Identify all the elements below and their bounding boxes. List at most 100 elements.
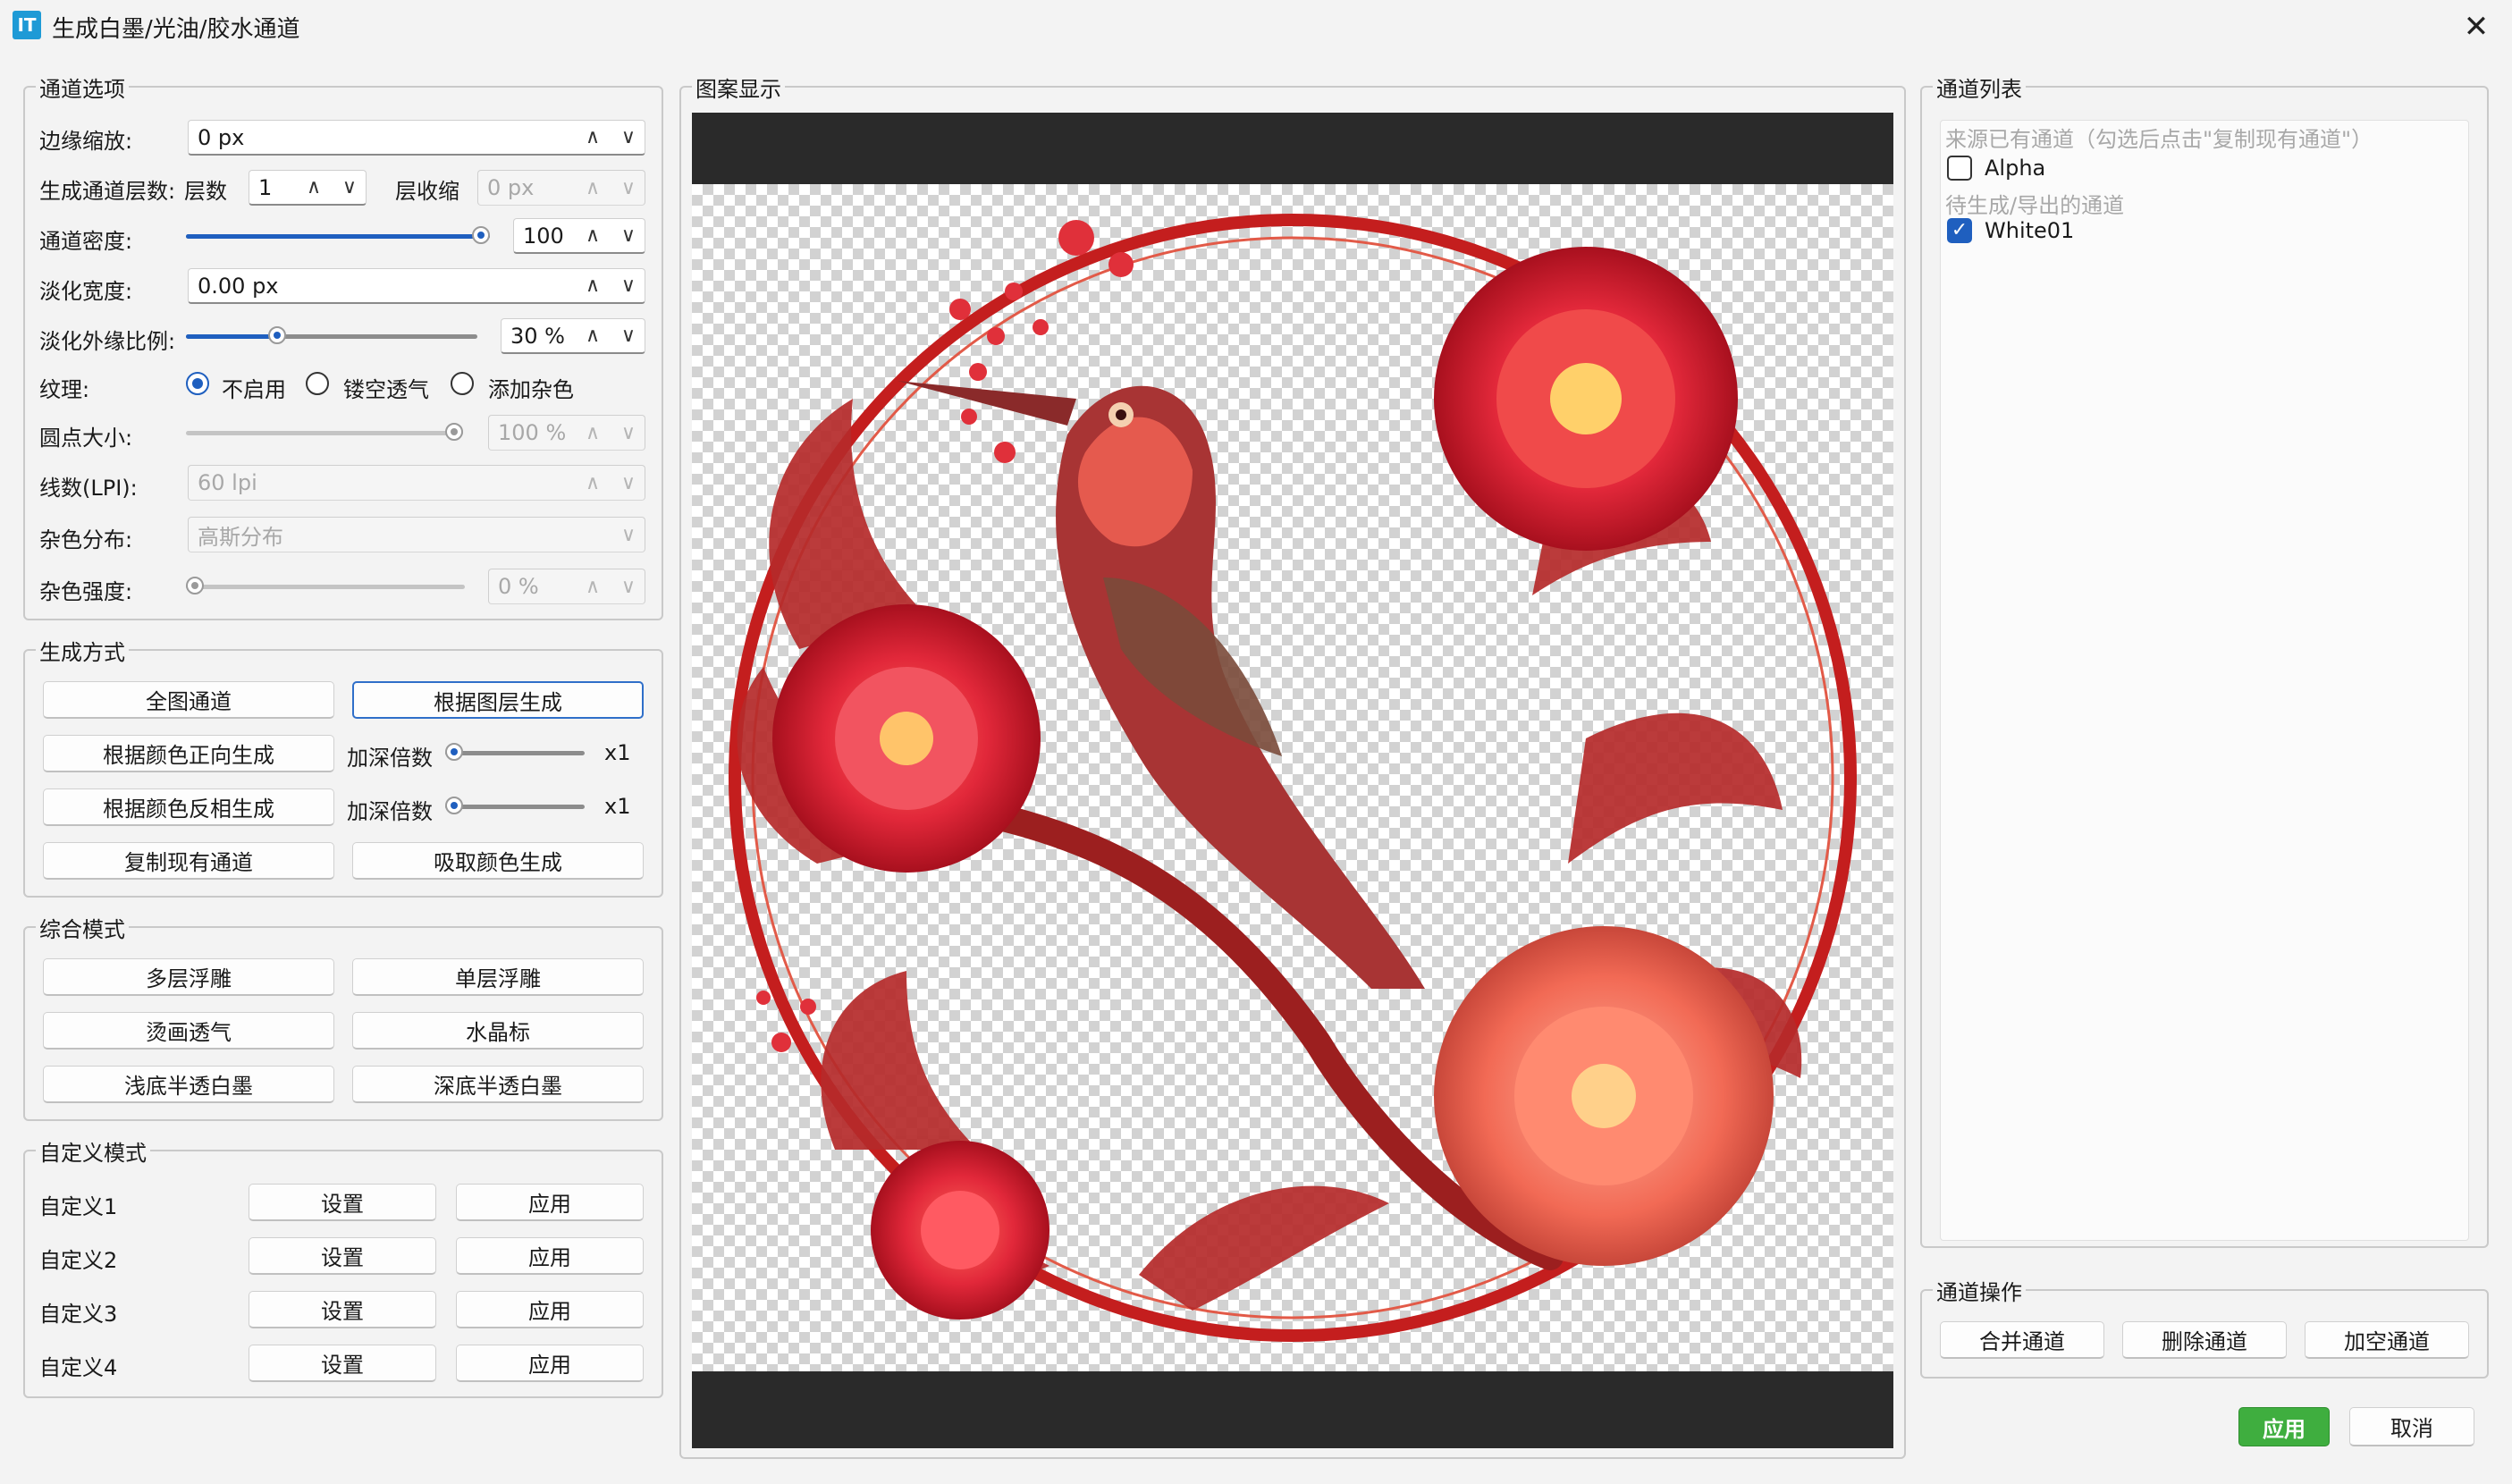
slider-fill	[186, 334, 274, 339]
fade-ratio-value: 30 %	[510, 323, 565, 349]
close-button[interactable]: ✕	[2449, 5, 2503, 48]
light-semi-white-button[interactable]: 浅底半透白墨	[43, 1066, 334, 1103]
spin-arrows-icon[interactable]: ∧ ∨	[586, 126, 645, 148]
edge-scale-input[interactable]: 0 px ∧ ∨	[188, 120, 645, 156]
slider-fill	[186, 234, 490, 239]
preview-title: 图案显示	[692, 72, 785, 103]
window-title: 生成白墨/光油/胶水通道	[52, 16, 300, 43]
layer-shrink-value: 0 px	[487, 175, 535, 200]
app-icon: IT	[13, 11, 41, 39]
slider-thumb[interactable]	[267, 326, 286, 344]
custom4-apply-button[interactable]: 应用	[456, 1345, 644, 1382]
spin-arrows-icon[interactable]: ∧ ∨	[586, 576, 645, 598]
noise-dist-select[interactable]: 高斯分布 ∨	[188, 517, 645, 552]
custom-mode-title: 自定义模式	[36, 1135, 150, 1167]
spin-arrows-icon[interactable]: ∧ ∨	[586, 274, 645, 297]
spin-arrows-icon[interactable]: ∧ ∨	[307, 176, 366, 198]
delete-channel-button[interactable]: 删除通道	[2122, 1321, 2287, 1359]
layers-label: 生成通道层数:	[39, 179, 176, 204]
custom2-set-button[interactable]: 设置	[249, 1237, 436, 1275]
spin-arrows-icon[interactable]: ∧ ∨	[586, 177, 645, 199]
apply-button[interactable]: 应用	[2238, 1407, 2330, 1446]
alpha-checkbox[interactable]	[1947, 156, 1972, 181]
white01-checkbox[interactable]: ✓	[1947, 218, 1972, 243]
edge-scale-value: 0 px	[198, 124, 245, 150]
custom4-set-button[interactable]: 设置	[249, 1345, 436, 1382]
crystal-label-button[interactable]: 水晶标	[352, 1012, 644, 1050]
channel-list-title: 通道列表	[1933, 72, 2026, 103]
spin-arrows-icon[interactable]: ∧ ∨	[586, 224, 645, 247]
channel-ops-title: 通道操作	[1933, 1275, 2026, 1306]
fade-width-input[interactable]: 0.00 px ∧ ∨	[188, 268, 645, 304]
by-layer-button[interactable]: 根据图层生成	[352, 681, 644, 719]
merge-channels-button[interactable]: 合并通道	[1940, 1321, 2104, 1359]
lpi-input[interactable]: 60 lpi ∧ ∨	[188, 465, 645, 501]
fade-width-label: 淡化宽度:	[39, 279, 133, 304]
deepen-slider-2[interactable]	[445, 797, 585, 814]
noise-strength-input[interactable]: 0 % ∧ ∨	[488, 569, 645, 604]
spin-arrows-icon[interactable]: ∧ ∨	[586, 422, 645, 444]
custom1-apply-button[interactable]: 应用	[456, 1184, 644, 1221]
combo-mode-title: 综合模式	[36, 912, 129, 943]
layer-count-input[interactable]: 1 ∧ ∨	[249, 170, 367, 206]
pending-channels-header: 待生成/导出的通道	[1945, 193, 2125, 218]
source-channels-header: 来源已有通道（勾选后点击"复制现有通道"）	[1945, 127, 2373, 152]
layer-shrink-input[interactable]: 0 px ∧ ∨	[477, 170, 645, 206]
spin-arrows-icon[interactable]: ∧ ∨	[586, 472, 645, 494]
fade-ratio-label: 淡化外缘比例:	[39, 329, 176, 354]
density-input[interactable]: 100 ∧ ∨	[513, 218, 645, 254]
alpha-channel-label[interactable]: Alpha	[1985, 156, 2045, 181]
custom1-set-button[interactable]: 设置	[249, 1184, 436, 1221]
fade-width-value: 0.00 px	[198, 273, 279, 299]
noise-strength-label: 杂色强度:	[39, 579, 133, 604]
deepen-slider-1[interactable]	[445, 743, 585, 761]
custom2-apply-button[interactable]: 应用	[456, 1237, 644, 1275]
noise-strength-slider[interactable]	[186, 577, 465, 594]
single-relief-button[interactable]: 单层浮雕	[352, 958, 644, 996]
multi-relief-button[interactable]: 多层浮雕	[43, 958, 334, 996]
layer-count-label: 层数	[184, 179, 227, 204]
slider-thumb[interactable]	[445, 743, 463, 761]
color-negative-button[interactable]: 根据颜色反相生成	[43, 788, 334, 826]
white01-channel-label[interactable]: White01	[1985, 218, 2074, 243]
texture-option-hollow[interactable]: 镂空透气	[343, 372, 429, 403]
layer-shrink-label: 层收缩	[395, 179, 459, 204]
density-value: 100	[523, 223, 564, 249]
slider-thumb[interactable]	[472, 226, 490, 244]
copy-channel-button[interactable]: 复制现有通道	[43, 842, 334, 880]
dot-size-slider[interactable]	[186, 423, 463, 441]
texture-radio-hollow[interactable]	[306, 372, 329, 395]
density-slider[interactable]	[186, 226, 490, 244]
custom3-set-button[interactable]: 设置	[249, 1291, 436, 1328]
deepen-label-2: 加深倍数	[347, 799, 433, 824]
slider-thumb[interactable]	[445, 423, 463, 441]
texture-radio-noise[interactable]	[451, 372, 474, 395]
texture-radio-none[interactable]	[186, 372, 209, 395]
dot-size-input[interactable]: 100 % ∧ ∨	[488, 415, 645, 451]
fade-ratio-slider[interactable]	[186, 326, 477, 344]
slider-thumb[interactable]	[186, 577, 204, 594]
spin-arrows-icon[interactable]: ∧ ∨	[586, 325, 645, 347]
dark-semi-white-button[interactable]: 深底半透白墨	[352, 1066, 644, 1103]
channel-list[interactable]	[1940, 120, 2469, 1241]
texture-option-none[interactable]: 不启用	[222, 372, 286, 403]
fade-ratio-input[interactable]: 30 % ∧ ∨	[501, 318, 645, 354]
texture-option-noise[interactable]: 添加杂色	[488, 372, 574, 403]
chevron-down-icon[interactable]: ∨	[612, 524, 645, 546]
custom3-apply-button[interactable]: 应用	[456, 1291, 644, 1328]
slider-thumb[interactable]	[445, 797, 463, 814]
cancel-button[interactable]: 取消	[2349, 1407, 2474, 1446]
generation-title: 生成方式	[36, 635, 129, 666]
hot-transfer-button[interactable]: 烫画透气	[43, 1012, 334, 1050]
edge-scale-label: 边缘缩放:	[39, 129, 133, 154]
pick-color-button[interactable]: 吸取颜色生成	[352, 842, 644, 880]
full-channel-button[interactable]: 全图通道	[43, 681, 334, 719]
artwork-image	[729, 214, 1857, 1342]
title-bar	[0, 0, 2512, 54]
layer-count-value: 1	[258, 174, 273, 200]
density-label: 通道密度:	[39, 229, 133, 254]
add-empty-channel-button[interactable]: 加空通道	[2305, 1321, 2469, 1359]
channel-options-title: 通道选项	[36, 72, 129, 103]
lpi-label: 线数(LPI):	[39, 476, 138, 501]
color-positive-button[interactable]: 根据颜色正向生成	[43, 735, 334, 772]
